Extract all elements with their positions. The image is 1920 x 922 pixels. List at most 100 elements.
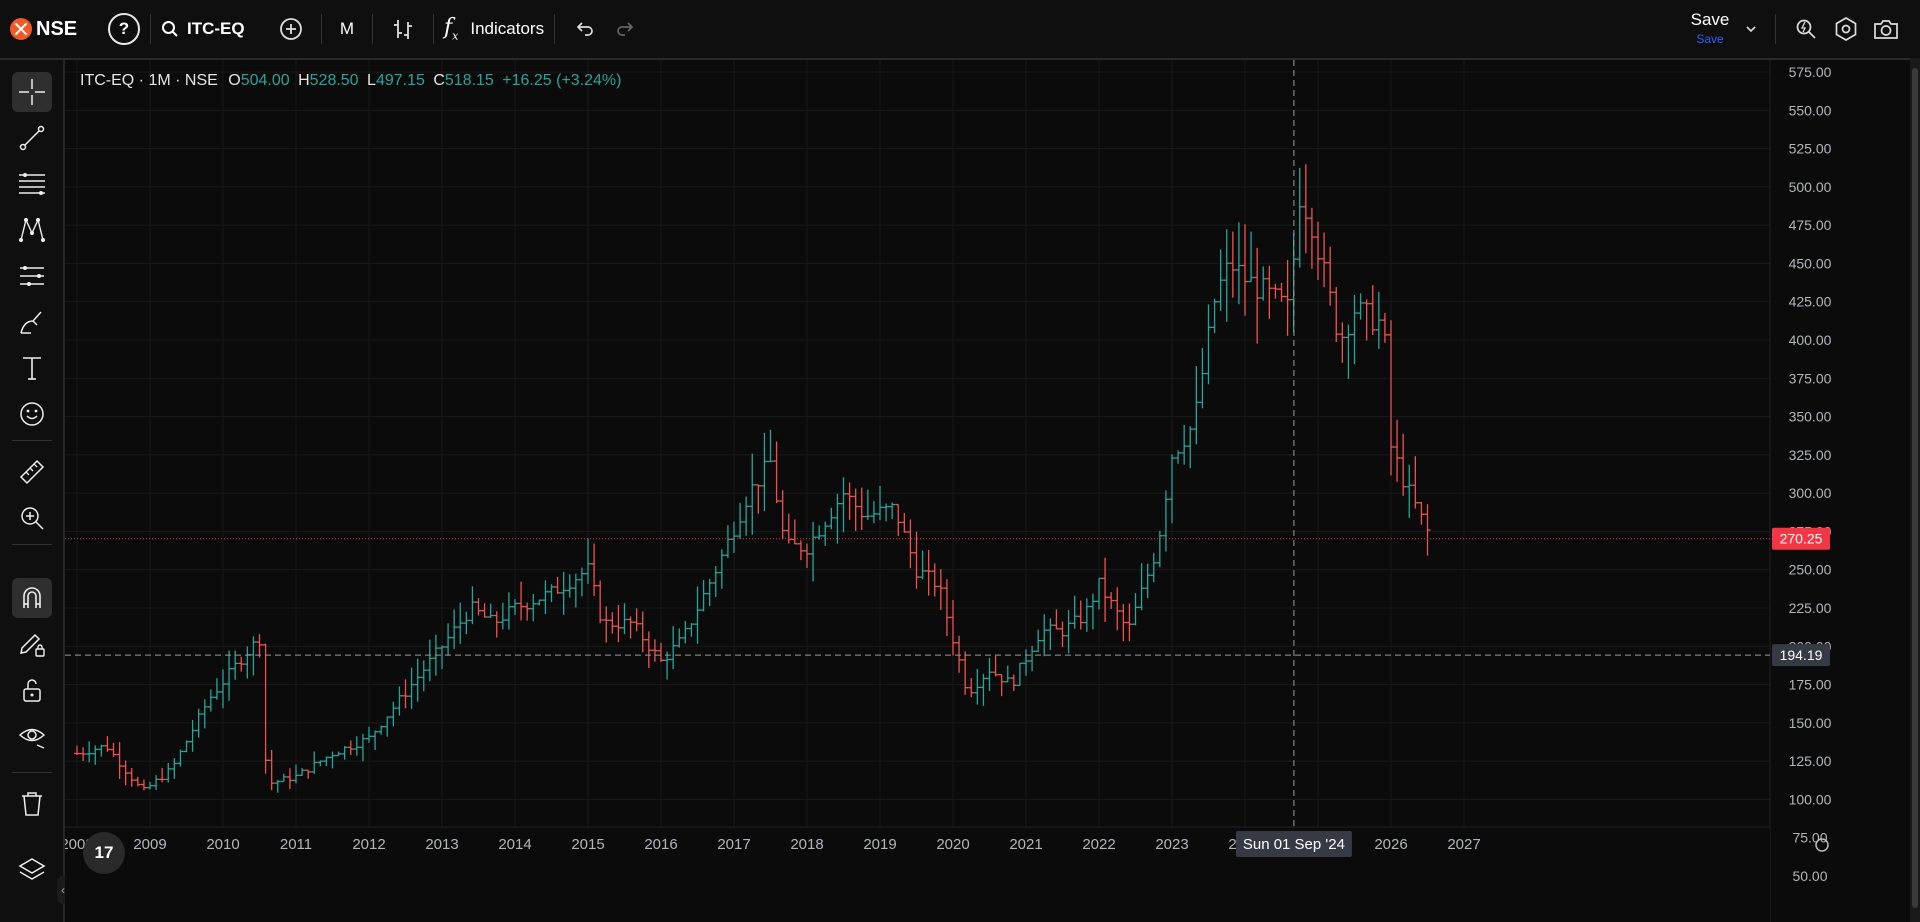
hide-drawings-tool[interactable] xyxy=(12,716,52,756)
smiley-icon xyxy=(20,402,44,426)
text-tool[interactable] xyxy=(12,348,52,388)
object-tree-tool[interactable] xyxy=(12,850,52,890)
price-chart[interactable]: 50.0075.00100.00125.00150.00175.00200.00… xyxy=(65,60,1855,922)
legend-high-key: H xyxy=(298,72,310,89)
toolbar-divider xyxy=(554,14,556,44)
y-tick-label: 350.00 xyxy=(1789,409,1832,425)
page-scrollbar[interactable] xyxy=(1910,58,1920,922)
nse-logo[interactable]: NSE xyxy=(0,0,82,58)
undo-icon xyxy=(576,22,593,36)
legend-low-key: L xyxy=(367,72,376,89)
x-tick-label: 2012 xyxy=(352,836,385,853)
pattern-tool[interactable] xyxy=(12,210,52,250)
zoom-in-tool[interactable] xyxy=(12,498,52,538)
search-icon xyxy=(162,21,178,37)
magnet-icon xyxy=(23,587,41,608)
legend-close-key: C xyxy=(433,72,445,89)
lock-drawing-edit-tool[interactable] xyxy=(12,624,52,664)
legend-symbol: ITC-EQ · 1M · NSE xyxy=(80,72,218,89)
ohlc-legend: ITC-EQ · 1M · NSE O504.00 H528.50 L497.1… xyxy=(80,72,621,90)
y-tick-label: 575.00 xyxy=(1789,64,1832,80)
time-axis xyxy=(65,827,1770,922)
x-tick-label: 2017 xyxy=(717,836,750,853)
lock-open-icon xyxy=(23,679,41,702)
remove-drawings-tool[interactable] xyxy=(12,784,52,824)
undo-button[interactable] xyxy=(565,0,605,58)
magnet-tool[interactable] xyxy=(12,578,52,618)
save-dropdown-button[interactable] xyxy=(1737,0,1765,58)
last-price-label: 270.25 xyxy=(1780,531,1823,547)
emoji-tool[interactable] xyxy=(12,394,52,434)
y-tick-label: 175.00 xyxy=(1789,677,1832,693)
y-tick-label: 425.00 xyxy=(1789,294,1832,310)
fib-lines-icon xyxy=(19,173,45,195)
x-tick-label: 2015 xyxy=(571,836,604,853)
eye-icon xyxy=(18,728,46,749)
snapshot-button[interactable] xyxy=(1866,0,1906,58)
quick-search-icon xyxy=(1796,19,1816,39)
x-tick-label: 2011 xyxy=(280,836,312,853)
measure-tool[interactable] xyxy=(12,452,52,492)
redo-icon xyxy=(617,22,634,36)
y-tick-label: 150.00 xyxy=(1789,715,1832,731)
drawing-toolbar: ‹ xyxy=(0,60,69,922)
x-tick-label: 2013 xyxy=(425,836,458,853)
brush-icon xyxy=(20,311,42,334)
zoom-in-icon xyxy=(21,507,44,530)
fib-retracement-tool[interactable] xyxy=(12,164,52,204)
toolbar-divider xyxy=(321,14,322,44)
y-tick-label: 75.00 xyxy=(1792,830,1827,846)
y-tick-label: 250.00 xyxy=(1789,562,1832,578)
interval-button[interactable]: M xyxy=(332,0,362,58)
settings-button[interactable] xyxy=(1826,0,1866,58)
chart-background xyxy=(65,60,1855,922)
scrollbar-thumb[interactable] xyxy=(1912,68,1918,908)
save-button[interactable]: Save Save xyxy=(1675,10,1745,46)
toolbar-divider xyxy=(150,14,151,44)
x-tick-label: 2010 xyxy=(206,836,239,853)
chart-type-button[interactable] xyxy=(383,0,423,58)
forecast-tool[interactable] xyxy=(12,256,52,296)
compare-add-button[interactable] xyxy=(271,0,311,58)
y-tick-label: 50.00 xyxy=(1792,868,1827,884)
help-button[interactable]: ? xyxy=(108,13,140,45)
quick-search-button[interactable] xyxy=(1786,0,1826,58)
trend-line-icon xyxy=(19,125,45,151)
redo-button[interactable] xyxy=(605,0,645,58)
legend-open-key: O xyxy=(228,72,241,89)
x-tick-label: 2026 xyxy=(1374,836,1407,853)
legend-low: 497.15 xyxy=(375,72,425,89)
crosshair-date-label: Sun 01 Sep '24 xyxy=(1243,836,1345,853)
y-tick-label: 500.00 xyxy=(1789,179,1832,195)
x-tick-label: 2014 xyxy=(498,836,531,853)
crosshair-price-label: 194.19 xyxy=(1780,647,1823,663)
y-tick-label: 325.00 xyxy=(1789,447,1832,463)
long-position-icon xyxy=(20,266,44,286)
y-tick-label: 475.00 xyxy=(1789,217,1832,233)
x-tick-label: 2019 xyxy=(863,836,896,853)
y-tick-label: 125.00 xyxy=(1789,753,1832,769)
ruler-icon xyxy=(19,459,45,485)
indicators-button[interactable]: fx Indicators xyxy=(444,0,544,58)
save-sublabel: Save xyxy=(1696,32,1724,46)
save-label: Save xyxy=(1690,10,1730,29)
y-tick-label: 375.00 xyxy=(1789,370,1832,386)
lock-all-tool[interactable] xyxy=(12,670,52,710)
top-toolbar: NSE ? ITC-EQ M fx Indicators Save Save xyxy=(0,0,1920,60)
x-tick-label: 2016 xyxy=(644,836,677,853)
trash-icon xyxy=(22,792,42,816)
y-tick-label: 300.00 xyxy=(1789,485,1832,501)
legend-high: 528.50 xyxy=(309,72,359,89)
chevron-down-icon xyxy=(1746,26,1756,33)
symbol-search-button[interactable]: ITC-EQ xyxy=(161,0,271,58)
x-tick-label: 2018 xyxy=(790,836,823,853)
brush-tool[interactable] xyxy=(12,302,52,342)
crosshair-tool[interactable] xyxy=(12,72,52,112)
xabcd-pattern-icon xyxy=(19,217,45,242)
x-tick-label: 2027 xyxy=(1447,836,1480,853)
nse-logo-icon xyxy=(10,18,32,40)
trend-line-tool[interactable] xyxy=(12,118,52,158)
legend-close: 518.15 xyxy=(444,72,494,89)
indicators-label: Indicators xyxy=(470,19,545,38)
tradingview-logo[interactable]: 17 xyxy=(83,832,125,874)
